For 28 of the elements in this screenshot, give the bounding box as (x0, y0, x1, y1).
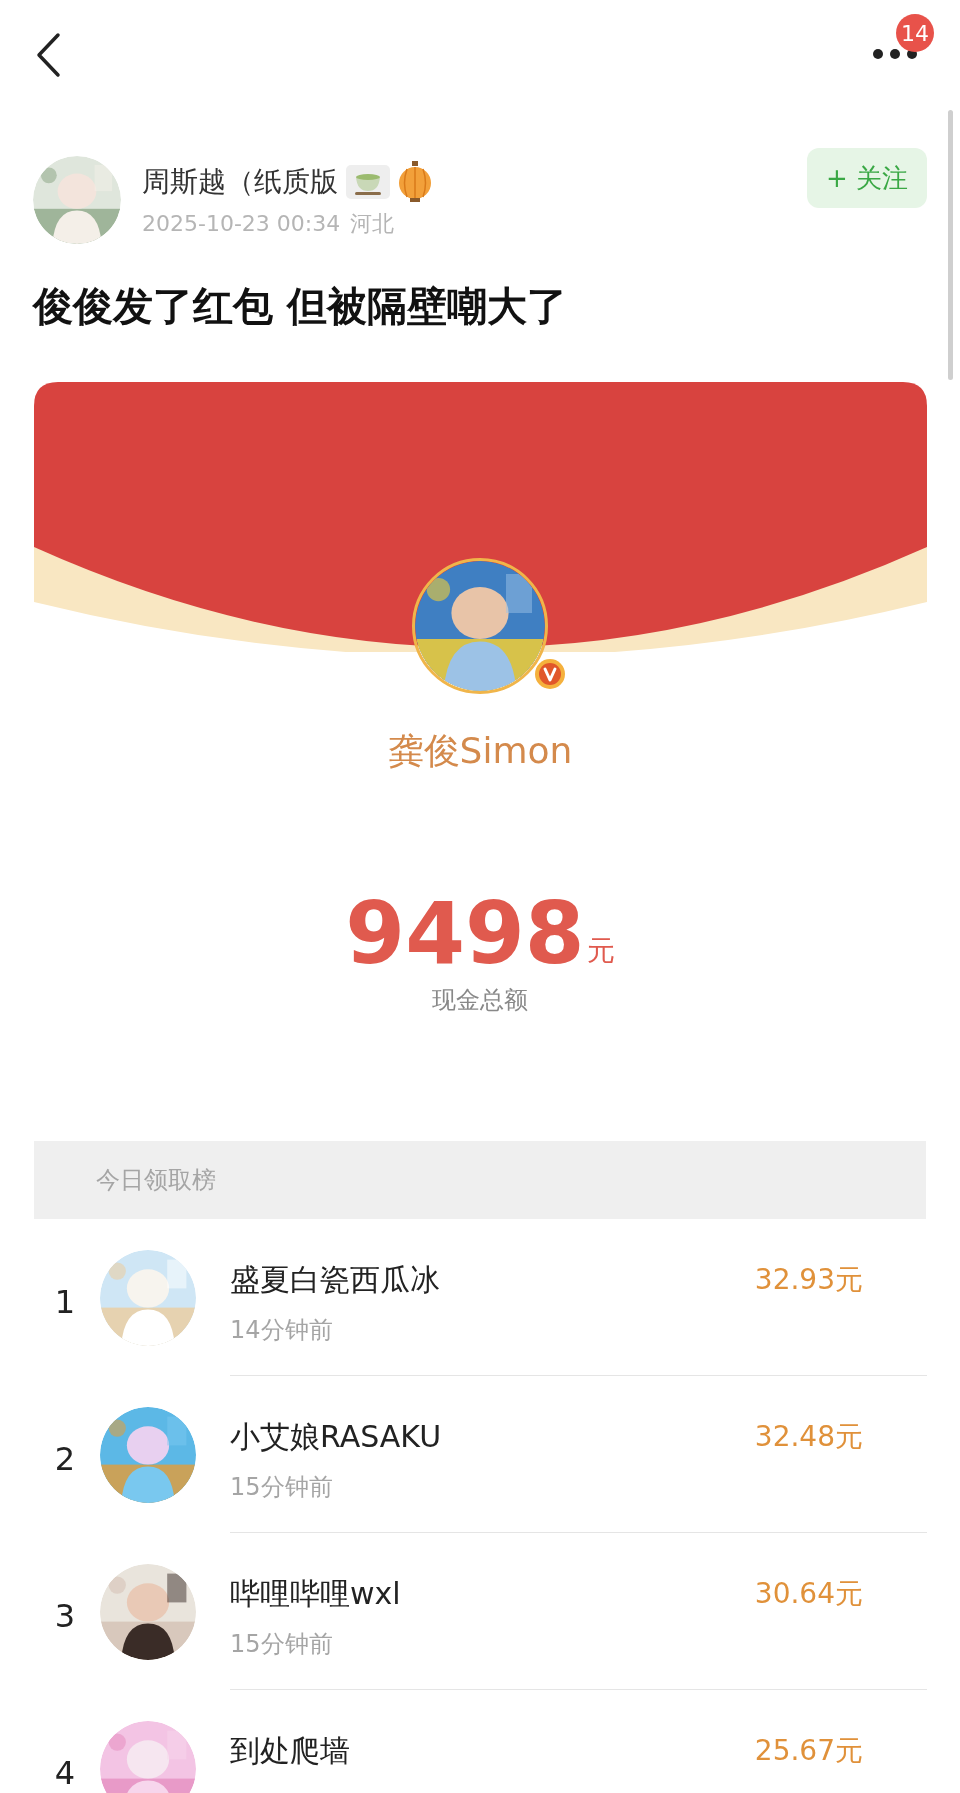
claim-time: 15分钟前 (230, 1629, 334, 1660)
post-title: 俊俊发了红包 但被隔壁嘲大了 (31, 282, 568, 331)
rank-number: 2 (54, 1438, 76, 1480)
rank-number: 4 (54, 1752, 76, 1793)
amount-unit: 元 (586, 933, 615, 969)
notification-badge: 14 (896, 14, 934, 52)
claim-time: 15分钟前 (230, 1472, 334, 1503)
leaderboard-title: 今日领取榜 (96, 1165, 216, 1196)
user-name[interactable]: 小艾娘RASAKU (230, 1414, 442, 1459)
more-icon[interactable] (872, 48, 918, 60)
claim-time: 14分钟前 (230, 1315, 334, 1346)
tea-cup-icon (346, 164, 390, 199)
claim-amount: 25.67元 (754, 1733, 863, 1769)
rank-number: 1 (54, 1281, 76, 1323)
post-date: 2025-10-23 00:34 (142, 209, 341, 238)
lantern-icon (398, 160, 432, 203)
claim-amount: 30.64元 (754, 1576, 863, 1612)
claim-amount: 32.48元 (754, 1419, 863, 1455)
user-name[interactable]: 盛夏白瓷西瓜冰 (230, 1257, 440, 1302)
author-name[interactable]: 周斯越（纸质版 (142, 160, 338, 203)
user-name[interactable]: 哔哩哔哩wxl (230, 1571, 401, 1616)
amount: 9498 (345, 888, 585, 978)
rank-number: 3 (54, 1595, 76, 1637)
amount-label: 现金总额 (432, 985, 528, 1016)
user-name[interactable]: 到处爬墙 (230, 1728, 350, 1773)
post-location: 河北 (350, 209, 395, 238)
back-icon[interactable] (34, 32, 62, 78)
claim-amount: 32.93元 (754, 1262, 863, 1298)
